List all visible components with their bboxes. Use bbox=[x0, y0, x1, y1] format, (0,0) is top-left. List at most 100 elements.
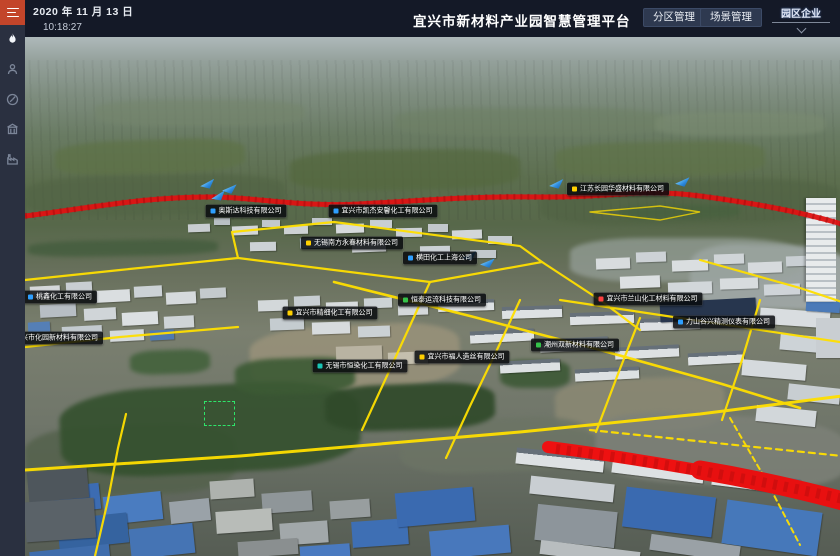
map-building bbox=[294, 296, 320, 307]
sidebar-item-statistics[interactable] bbox=[0, 151, 25, 173]
map-building bbox=[238, 538, 299, 556]
company-label-text: 潮州双新材料有限公司 bbox=[544, 342, 614, 349]
map-building bbox=[232, 226, 258, 236]
map-building bbox=[428, 224, 448, 232]
map-building bbox=[502, 305, 562, 319]
company-marker-icon bbox=[536, 343, 541, 348]
company-label[interactable]: 无锡南方永春材料有限公司 bbox=[301, 237, 403, 250]
map-building bbox=[200, 287, 226, 298]
scene-management-button[interactable]: 场景管理 bbox=[700, 8, 762, 27]
company-label-text: 江苏长园华盛材料有限公司 bbox=[580, 186, 664, 193]
sidebar-item-monitor[interactable] bbox=[0, 91, 25, 113]
date-label: 2020 年 11 月 13 日 bbox=[33, 4, 133, 19]
map-building bbox=[215, 508, 272, 534]
map-building bbox=[40, 303, 77, 318]
map-building bbox=[150, 329, 174, 340]
map-building bbox=[395, 487, 476, 528]
map-building bbox=[24, 498, 97, 543]
company-marker-icon bbox=[408, 256, 413, 261]
map-building bbox=[284, 226, 308, 234]
map-building bbox=[620, 275, 660, 288]
company-label[interactable]: 恒泰运流科技有限公司 bbox=[398, 294, 486, 307]
gauge-icon bbox=[5, 92, 20, 112]
map-building bbox=[250, 242, 276, 251]
map-building bbox=[596, 257, 630, 269]
company-marker-icon bbox=[599, 297, 604, 302]
company-label-text: 无锡南方永春材料有限公司 bbox=[314, 240, 398, 247]
map-building bbox=[720, 277, 758, 289]
dropdown-label: 园区企业 bbox=[781, 5, 821, 22]
company-label[interactable]: 力山谷兴精测仪表有限公司 bbox=[673, 316, 775, 329]
company-label-text: 宜兴市凯杰安馨化工有限公司 bbox=[342, 208, 433, 215]
map-building bbox=[615, 344, 680, 359]
company-marker-icon bbox=[403, 298, 408, 303]
map-building bbox=[470, 328, 535, 343]
smart-park-platform: 奥斯达科技有限公司 宜兴市凯杰安馨化工有限公司无锡南方永春材料有限公司横田化工上海… bbox=[0, 0, 840, 556]
map-building bbox=[672, 259, 708, 271]
company-marker-icon bbox=[288, 311, 293, 316]
company-label-text: 无锡市恒染化工有限公司 bbox=[326, 363, 403, 370]
park-enterprise-dropdown[interactable]: 园区企业 bbox=[770, 5, 832, 32]
map-building bbox=[370, 220, 392, 228]
company-label-text: 桃鑫化工有限公司 bbox=[36, 294, 92, 301]
sidebar-item-enterprise[interactable] bbox=[0, 121, 25, 143]
zone-management-button[interactable]: 分区管理 bbox=[643, 8, 705, 27]
map-building bbox=[741, 359, 806, 381]
company-label[interactable]: 潮州双新材料有限公司 bbox=[531, 339, 619, 352]
map-building bbox=[262, 220, 280, 227]
company-label[interactable]: 横田化工上海公司 bbox=[403, 252, 477, 265]
map-building bbox=[529, 476, 614, 503]
time-label: 10:18:27 bbox=[43, 22, 133, 33]
map-building bbox=[452, 229, 482, 239]
map-building bbox=[129, 523, 196, 556]
map-building bbox=[488, 236, 512, 244]
factory-icon bbox=[5, 152, 20, 172]
map-building bbox=[714, 253, 744, 264]
map-building bbox=[688, 351, 745, 366]
company-label-text: 力山谷兴精测仪表有限公司 bbox=[686, 319, 770, 326]
map-building bbox=[84, 307, 117, 321]
company-label[interactable]: 无锡市恒染化工有限公司 bbox=[313, 360, 408, 373]
map-building bbox=[429, 525, 511, 556]
menu-icon[interactable] bbox=[0, 0, 25, 25]
company-label-text: 横田化工上海公司 bbox=[416, 255, 472, 262]
selection-box bbox=[204, 401, 235, 426]
terrain-patch bbox=[324, 381, 496, 433]
map-building bbox=[764, 283, 800, 295]
company-label-text: 宜兴市精细化工有限公司 bbox=[296, 310, 373, 317]
page-title: 宜兴市新材料产业园智慧管理平台 bbox=[413, 10, 631, 30]
map-building bbox=[312, 218, 332, 225]
map-building bbox=[110, 329, 145, 342]
map-building bbox=[358, 325, 390, 337]
company-label[interactable]: 桃鑫化工有限公司 bbox=[23, 291, 97, 304]
map-building bbox=[748, 261, 782, 273]
company-marker-icon bbox=[28, 295, 33, 300]
map-building bbox=[622, 487, 716, 538]
terrain-patch bbox=[95, 100, 305, 126]
company-label[interactable]: 宜兴市福人造丝有限公司 bbox=[415, 351, 510, 364]
map-building bbox=[122, 311, 159, 326]
map-building bbox=[169, 498, 211, 524]
company-label[interactable]: 宜兴市精细化工有限公司 bbox=[283, 307, 378, 320]
map-building bbox=[96, 289, 131, 303]
map-building bbox=[816, 318, 840, 358]
topbar: 2020 年 11 月 13 日 10:18:27 宜兴市新材料产业园智慧管理平… bbox=[25, 0, 840, 37]
company-label[interactable]: 奥斯达科技有限公司 bbox=[206, 205, 287, 218]
map-building bbox=[214, 218, 230, 225]
map-3d-view[interactable] bbox=[0, 0, 840, 556]
map-building bbox=[134, 285, 163, 297]
map-building bbox=[188, 224, 210, 233]
company-label[interactable]: 宜兴市凯杰安馨化工有限公司 bbox=[329, 205, 438, 218]
building-icon bbox=[5, 122, 20, 142]
company-label-text: 恒泰运流科技有限公司 bbox=[411, 297, 481, 304]
sidebar-item-fire[interactable] bbox=[0, 31, 25, 53]
company-label[interactable]: 宜兴市兰山化工材料有限公司 bbox=[594, 293, 703, 306]
company-marker-icon bbox=[334, 209, 339, 214]
company-label[interactable]: 江苏长园华盛材料有限公司 bbox=[567, 183, 669, 196]
company-label-text: 宜兴市化园新材料有限公司 bbox=[14, 335, 98, 342]
highrise-building bbox=[806, 198, 836, 302]
sidebar-item-personnel[interactable] bbox=[0, 61, 25, 83]
datetime: 2020 年 11 月 13 日 10:18:27 bbox=[33, 4, 133, 33]
sidebar bbox=[0, 0, 25, 556]
company-marker-icon bbox=[318, 364, 323, 369]
